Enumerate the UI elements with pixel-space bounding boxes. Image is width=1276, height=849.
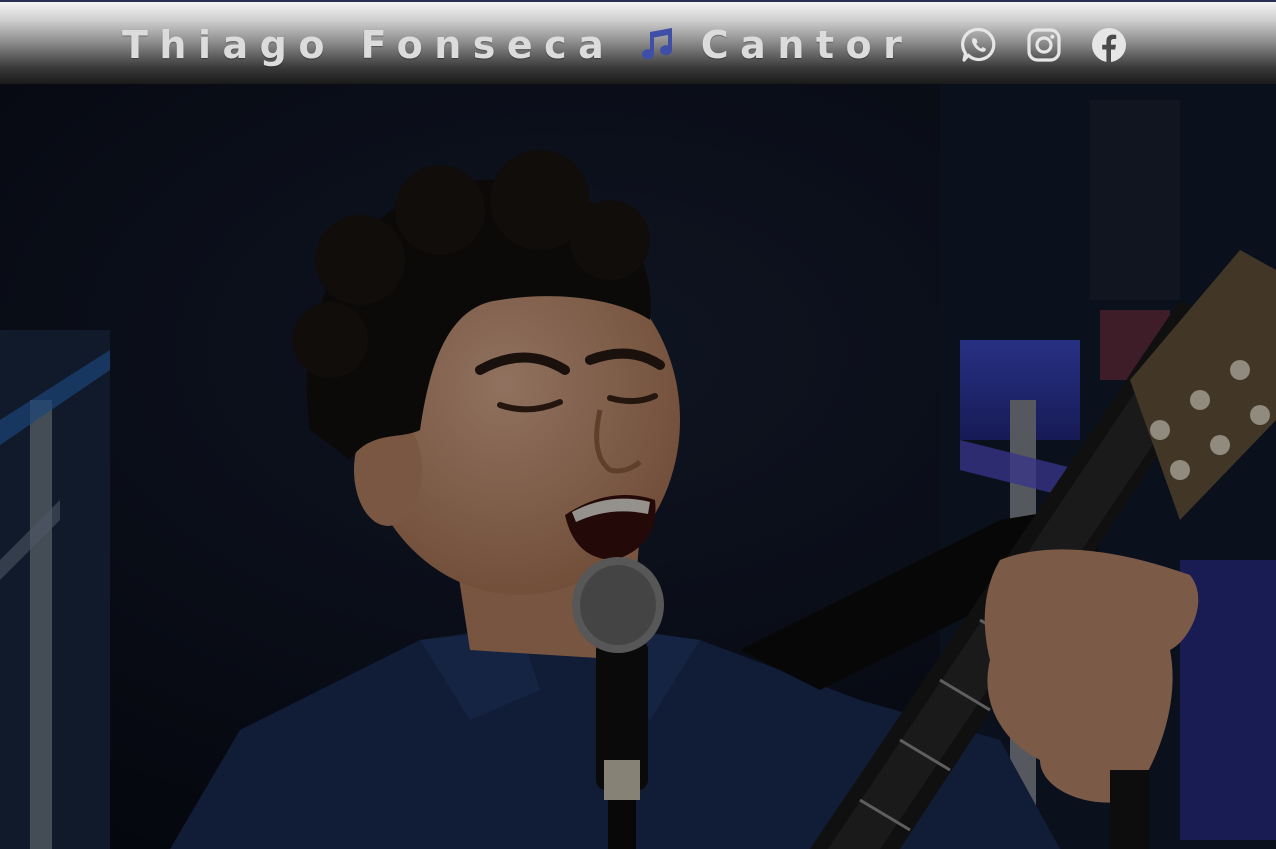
page: Thiago Fonseca Cantor xyxy=(0,0,1276,849)
facebook-link[interactable] xyxy=(1090,26,1128,64)
whatsapp-link[interactable] xyxy=(960,26,998,64)
whatsapp-icon xyxy=(961,27,996,62)
site-title-role: Cantor xyxy=(700,23,914,67)
hero-dark-overlay xyxy=(0,84,1276,849)
music-note-icon xyxy=(640,24,676,70)
instagram-link[interactable] xyxy=(1025,26,1063,64)
site-title-name: Thiago Fonseca xyxy=(122,23,616,67)
facebook-icon xyxy=(1092,28,1126,62)
social-links xyxy=(960,26,1128,64)
instagram-icon xyxy=(1027,28,1061,62)
site-header: Thiago Fonseca Cantor xyxy=(0,0,1276,84)
hero-photo xyxy=(0,84,1276,849)
site-title[interactable]: Thiago Fonseca Cantor xyxy=(122,22,913,70)
